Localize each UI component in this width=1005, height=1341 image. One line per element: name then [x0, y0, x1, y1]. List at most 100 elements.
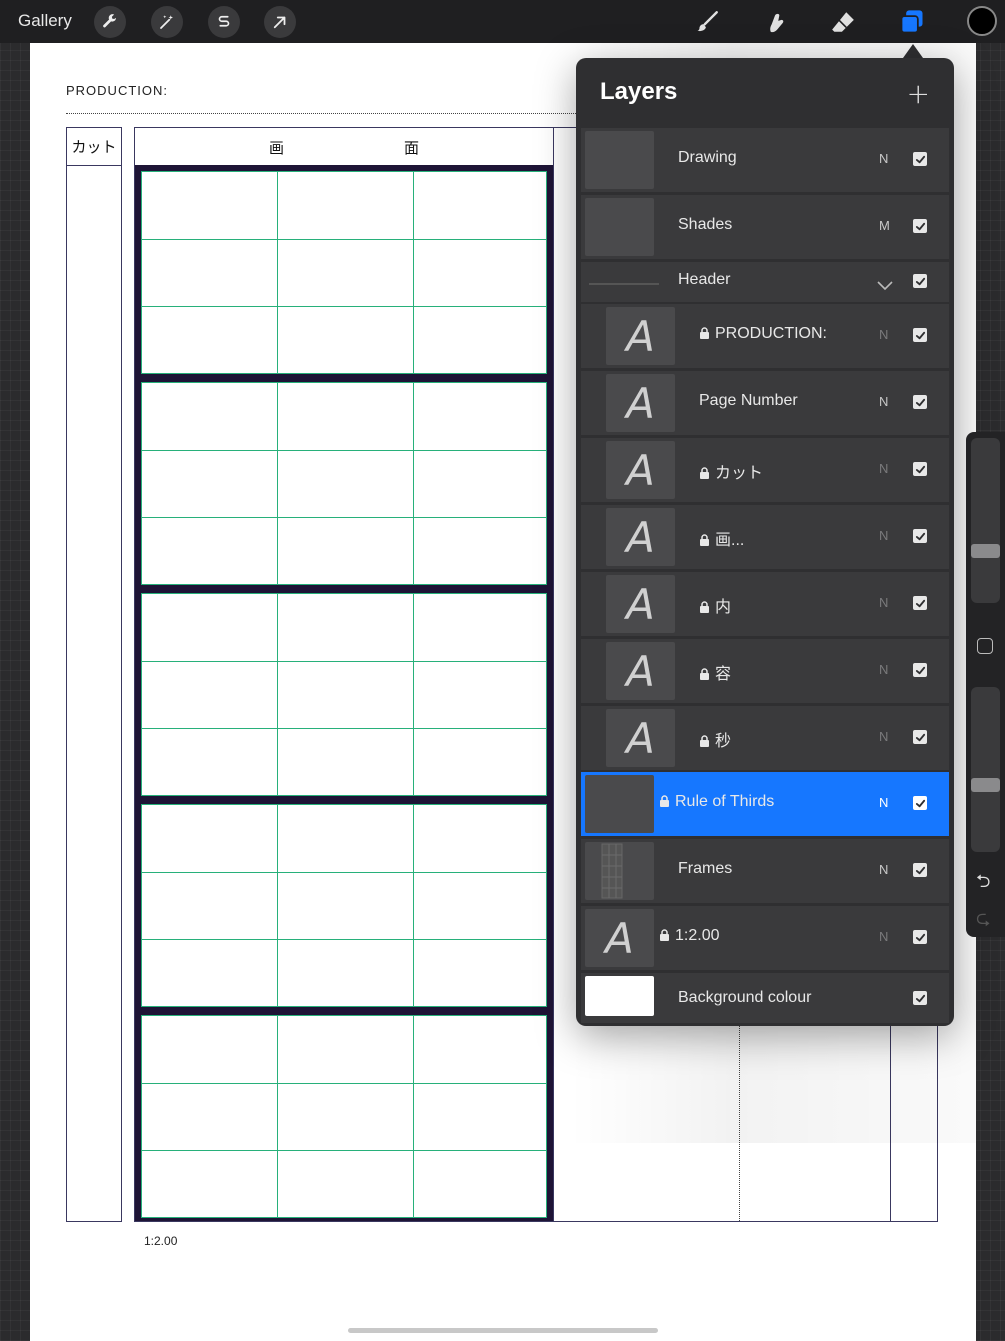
chevron-down-icon[interactable] — [877, 276, 893, 295]
layer-name-text: カット — [715, 465, 764, 482]
text-layer-thumbnail[interactable]: A — [606, 709, 675, 767]
blend-mode-button[interactable]: N — [879, 327, 888, 342]
visibility-checkbox[interactable] — [913, 152, 927, 166]
visibility-checkbox[interactable] — [913, 328, 927, 342]
layer-row[interactable]: Frames N — [581, 839, 949, 903]
layer-name: PRODUCTION: — [699, 325, 827, 343]
visibility-checkbox[interactable] — [913, 395, 927, 409]
color-picker-button[interactable] — [967, 6, 997, 36]
layer-thumbnail[interactable] — [585, 775, 654, 833]
layer-row[interactable]: Drawing N — [581, 128, 949, 192]
thirds-line-horizontal — [142, 1083, 546, 1084]
production-label: PRODUCTION: — [66, 83, 168, 98]
layer-row[interactable]: A 1:2.00 N — [581, 906, 949, 970]
text-layer-thumbnail[interactable]: A — [606, 307, 675, 365]
layer-row[interactable]: A秒N — [581, 706, 949, 770]
layer-name: Header — [678, 271, 730, 289]
text-layer-thumbnail[interactable]: A — [606, 374, 675, 432]
lock-icon — [699, 532, 715, 549]
blend-mode-button[interactable]: N — [879, 729, 888, 744]
text-layer-thumbnail[interactable]: A — [606, 575, 675, 633]
lock-icon — [699, 666, 715, 683]
visibility-checkbox[interactable] — [913, 596, 927, 610]
text-layer-thumbnail[interactable]: A — [606, 441, 675, 499]
opacity-knob[interactable] — [971, 778, 1000, 792]
text-layer-thumbnail[interactable]: A — [606, 508, 675, 566]
home-indicator — [348, 1328, 658, 1333]
visibility-checkbox[interactable] — [913, 462, 927, 476]
layer-name-text: Frames — [678, 860, 733, 877]
brush-icon[interactable] — [692, 7, 722, 37]
visibility-checkbox[interactable] — [913, 930, 927, 944]
layer-name-text: Background colour — [678, 989, 812, 1006]
thirds-line-horizontal — [142, 872, 546, 873]
thirds-line-vertical — [277, 805, 278, 1006]
eraser-icon[interactable] — [828, 7, 858, 37]
lock-icon — [659, 927, 675, 944]
layer-row[interactable]: A内N — [581, 572, 949, 636]
thirds-line-vertical — [413, 383, 414, 584]
magic-wand-icon[interactable] — [151, 6, 183, 38]
layers-icon[interactable] — [897, 7, 927, 37]
layer-thumbnail[interactable] — [585, 198, 654, 256]
layers-panel: Layers + Drawing N Shades M Header A PRODUCTIO… — [576, 58, 954, 1026]
text-layer-thumbnail[interactable]: A — [606, 642, 675, 700]
blend-mode-button[interactable]: N — [879, 151, 888, 166]
blend-mode-button[interactable]: N — [879, 795, 888, 810]
visibility-checkbox[interactable] — [913, 991, 927, 1005]
smudge-icon[interactable] — [760, 7, 790, 37]
layer-name-text: Shades — [678, 216, 733, 233]
layer-row[interactable]: A Page Number N — [581, 371, 949, 435]
gallery-button[interactable]: Gallery — [18, 11, 72, 31]
layer-row[interactable]: Background colour — [581, 973, 949, 1023]
visibility-checkbox[interactable] — [913, 863, 927, 877]
layer-name-text: PRODUCTION: — [715, 325, 827, 342]
blend-mode-button[interactable]: N — [879, 461, 888, 476]
storyboard-frame — [141, 1015, 547, 1218]
cut-header: カット — [67, 128, 121, 166]
layer-thumbnail[interactable] — [585, 131, 654, 189]
layer-name-text: 画... — [715, 532, 745, 549]
blend-mode-button[interactable]: N — [879, 662, 888, 677]
brush-size-knob[interactable] — [971, 544, 1000, 558]
screen-header-left: 画 — [269, 139, 285, 157]
lock-icon — [699, 325, 715, 342]
frames-thumbnail[interactable] — [585, 842, 654, 900]
blend-mode-button[interactable]: N — [879, 929, 888, 944]
layer-row[interactable]: Shades M — [581, 195, 949, 259]
opacity-slider[interactable] — [971, 687, 1000, 852]
blend-mode-button[interactable]: M — [879, 218, 890, 233]
layer-row[interactable]: A容N — [581, 639, 949, 703]
storyboard-frame — [141, 593, 547, 796]
modify-button[interactable] — [977, 638, 993, 654]
add-layer-button[interactable]: + — [907, 80, 930, 108]
layer-row[interactable]: A 画... N — [581, 505, 949, 569]
undo-icon[interactable]: ⮌ — [976, 869, 990, 899]
visibility-checkbox[interactable] — [913, 529, 927, 543]
selection-s-icon[interactable] — [208, 6, 240, 38]
thirds-line-vertical — [277, 594, 278, 795]
transform-arrow-icon[interactable] — [264, 6, 296, 38]
redo-icon[interactable]: ⮎ — [976, 906, 990, 936]
blend-mode-button[interactable]: N — [879, 528, 888, 543]
blend-mode-button[interactable]: N — [879, 862, 888, 877]
blend-mode-button[interactable]: N — [879, 595, 888, 610]
visibility-checkbox[interactable] — [913, 274, 927, 288]
visibility-checkbox[interactable] — [913, 663, 927, 677]
thirds-line-horizontal — [142, 517, 546, 518]
visibility-checkbox[interactable] — [913, 796, 927, 810]
layer-row[interactable]: A PRODUCTION: N — [581, 304, 949, 368]
frames-area — [135, 165, 553, 1221]
wrench-icon[interactable] — [94, 6, 126, 38]
layer-row[interactable]: Rule of Thirds N — [581, 772, 949, 836]
layer-row[interactable]: Header — [581, 262, 949, 302]
background-color-swatch[interactable] — [585, 976, 654, 1016]
visibility-checkbox[interactable] — [913, 730, 927, 744]
blend-mode-button[interactable]: N — [879, 394, 888, 409]
brush-size-slider[interactable] — [971, 438, 1000, 603]
layer-row[interactable]: A カット N — [581, 438, 949, 502]
layers-title: Layers — [600, 78, 678, 105]
side-slider-bar: ⮌ ⮎ — [966, 432, 1005, 937]
text-layer-thumbnail[interactable]: A — [585, 909, 654, 967]
visibility-checkbox[interactable] — [913, 219, 927, 233]
